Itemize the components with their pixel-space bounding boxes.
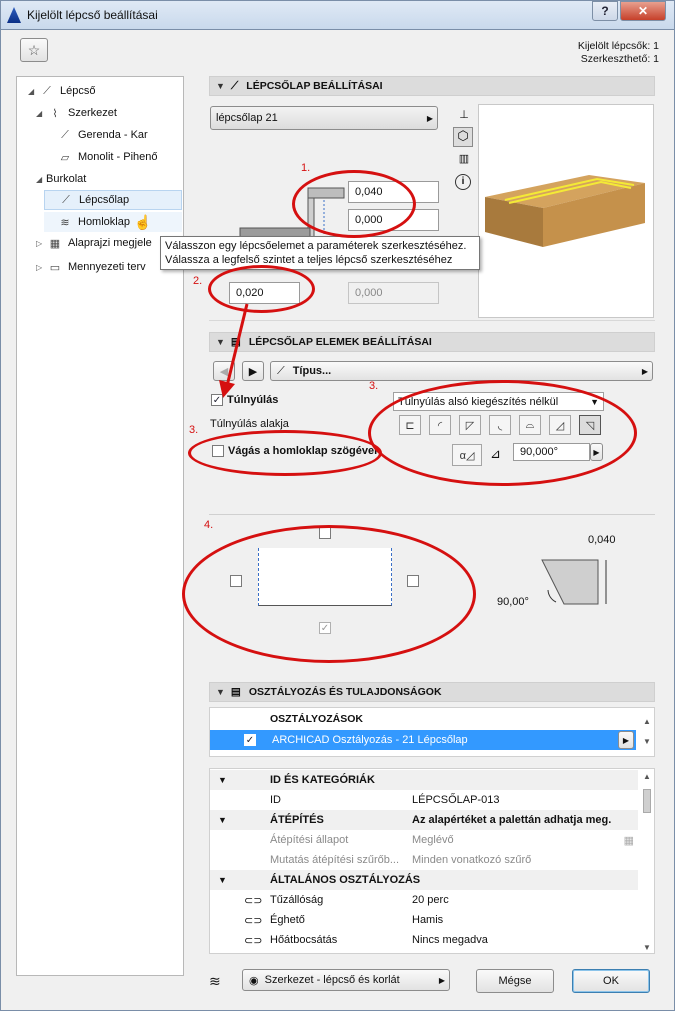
annotation-ring	[182, 525, 476, 663]
expand-arrow-icon[interactable]: ◢	[28, 87, 38, 96]
ceiling-plan-icon: ▭	[49, 261, 61, 274]
star-icon: ☆	[27, 41, 41, 58]
properties-scrollbar[interactable]: ▲ ▼	[641, 772, 653, 952]
classification-row[interactable]: ✓ ARCHICAD Osztályozás - 21 Lépcsőlap	[210, 730, 636, 750]
tread-icon: ⟋	[62, 193, 70, 206]
tooltip: Válasszon egy lépcsőelemet a paraméterek…	[160, 236, 480, 270]
annotation-label: 1.	[301, 162, 311, 174]
section-classification-header[interactable]: ▼ ▤ OSZTÁLYOZÁS ÉS TULAJDONSÁGOK	[209, 682, 655, 702]
floorplan-icon: ▦	[49, 237, 61, 250]
title-bar: Kijelölt lépcső beállításai	[0, 0, 675, 30]
link-icon: ⊂⊃	[244, 914, 263, 927]
structure-icon: ⌇	[52, 107, 58, 120]
annotation-label: 2.	[193, 275, 203, 287]
link-icon: ⊂⊃	[244, 894, 263, 907]
layer-dropdown[interactable]: ◉ Szerkezet - lépcső és korlát ▶	[242, 969, 450, 991]
classification-scrollbar[interactable]: ▲ ▼	[641, 712, 653, 756]
tread-icon: ⟋	[230, 79, 239, 92]
tree-item-beam-flight[interactable]: ⟋ Gerenda - Kar	[56, 125, 148, 145]
close-button[interactable]: ✕	[620, 1, 666, 21]
arrow-right-icon: ▶	[438, 975, 445, 985]
section-view-icon[interactable]: ▥	[455, 152, 473, 168]
prop-row: Átépítési állapot Meglévő ▦	[270, 834, 634, 847]
view-2d-icon[interactable]: ⊥	[455, 108, 473, 124]
type-icon: ⟋	[277, 364, 285, 377]
tree-item-tread[interactable]: ⟋ Lépcsőlap	[44, 190, 182, 210]
prop-row[interactable]: ⊂⊃ Tűzállóság 20 perc	[210, 890, 638, 910]
tread-type-dropdown[interactable]: lépcsőlap 21 ▶	[210, 106, 438, 130]
annotation-label: 3.	[369, 380, 379, 392]
tree-item-monolith-landing[interactable]: ▱ Monolit - Pihenő	[56, 147, 158, 167]
collapse-icon[interactable]: ▼	[216, 81, 225, 91]
view-3d-icon[interactable]: ⬡	[453, 127, 473, 147]
prop-row[interactable]: ▼ ÁLTALÁNOS OSZTÁLYOZÁS	[210, 870, 638, 890]
help-button[interactable]: ?	[592, 1, 618, 21]
prop-row[interactable]: ▼ ID ÉS KATEGÓRIÁK	[210, 770, 638, 790]
side-overhang-input: 0,000	[348, 282, 439, 304]
tread-3d-image	[485, 175, 645, 247]
type-dropdown[interactable]: ⟋ Típus... ▶	[270, 361, 653, 381]
tread-3d-preview	[478, 104, 654, 318]
section-tread-elements-header[interactable]: ▼ ▤ LÉPCSŐLAP ELEMEK BEÁLLÍTÁSAI	[209, 332, 655, 352]
favorites-button[interactable]: ☆	[20, 38, 48, 62]
prop-row[interactable]: ID LÉPCSŐLAP-013	[210, 790, 638, 810]
tree-item-riser[interactable]: ≋ Homloklap ☝	[44, 212, 182, 232]
tree-item-stair[interactable]: ◢ ⟋ Lépcső	[28, 81, 95, 101]
arrow-right-icon: ▶	[641, 366, 648, 376]
section-tread-settings-header[interactable]: ▼ ⟋ LÉPCSŐLAP BEÁLLÍTÁSAI	[209, 76, 655, 96]
divider	[209, 514, 655, 515]
annotation-ring	[188, 430, 382, 476]
link-icon: ⊂⊃	[244, 934, 263, 947]
divider	[209, 320, 655, 321]
prop-row[interactable]: ⊂⊃ Hőátbocsátás Nincs megadva	[210, 930, 638, 950]
expand-arrow-icon[interactable]: ◢	[36, 109, 46, 118]
landing-icon: ▱	[60, 151, 70, 164]
annotation-ring	[368, 380, 637, 486]
expand-arrow-icon[interactable]: ▷	[36, 263, 46, 272]
hand-cursor-icon: ☝	[133, 213, 152, 230]
layer-icon: ≋	[209, 973, 221, 989]
check-icon[interactable]: ✓	[244, 734, 256, 746]
editable-count: Szerkeszthető: 1	[580, 53, 659, 65]
prop-row[interactable]: ⊂⊃ Éghető Hamis	[210, 910, 638, 930]
overhang-shape-label: Túlnyúlás alakja	[210, 418, 289, 430]
prop-row[interactable]: ▼ ÁTÉPÍTÉS Az alapértéket a palettán adh…	[210, 810, 638, 830]
cancel-button[interactable]: Mégse	[476, 969, 554, 993]
collapse-icon[interactable]: ▼	[216, 687, 225, 697]
tree-item-finish[interactable]: ◢ Burkolat	[36, 169, 86, 189]
annotation-arrow	[219, 303, 249, 398]
tree-item-floorplan[interactable]: ▷ ▦ Alaprajzi megjele	[36, 233, 152, 253]
document-icon: ▤	[230, 686, 241, 698]
expand-arrow-icon[interactable]: ◢	[36, 175, 46, 184]
beam-icon: ⟋	[61, 128, 69, 141]
brick-icon: ▦	[623, 834, 634, 847]
riser-icon: ≋	[60, 216, 70, 229]
tree-item-structure[interactable]: ◢ ⌇ Szerkezet	[36, 103, 117, 123]
annotation-label: 3.	[189, 424, 199, 436]
info-icon[interactable]: i	[455, 174, 471, 190]
preview-angle-label: 90,00°	[497, 596, 529, 608]
preview-height-label: 0,040	[588, 534, 616, 546]
tree-panel	[16, 76, 184, 976]
annotation-ring	[292, 170, 416, 238]
annotation-label: 4.	[204, 519, 214, 531]
stair-icon: ⟋	[43, 84, 51, 97]
window-title: Kijelölt lépcső beállításai	[27, 8, 158, 22]
eye-icon: ◉	[249, 974, 259, 987]
tree-item-ceiling-plan[interactable]: ▷ ▭ Mennyezeti terv	[36, 257, 146, 277]
selected-count: Kijelölt lépcsők: 1	[577, 40, 659, 52]
app-icon	[7, 7, 21, 23]
arrow-right-icon: ▶	[426, 113, 433, 123]
selection-info: Kijelölt lépcsők: 1 Szerkeszthető: 1	[578, 40, 659, 66]
prop-row: Mutatás átépítési szűrőb... Minden vonat…	[270, 854, 532, 866]
expand-arrow-icon[interactable]: ▷	[36, 239, 46, 248]
ok-button[interactable]: OK	[572, 969, 650, 993]
classification-header: OSZTÁLYOZÁSOK	[270, 713, 363, 725]
classification-arrow-button[interactable]: ▶	[618, 731, 634, 749]
